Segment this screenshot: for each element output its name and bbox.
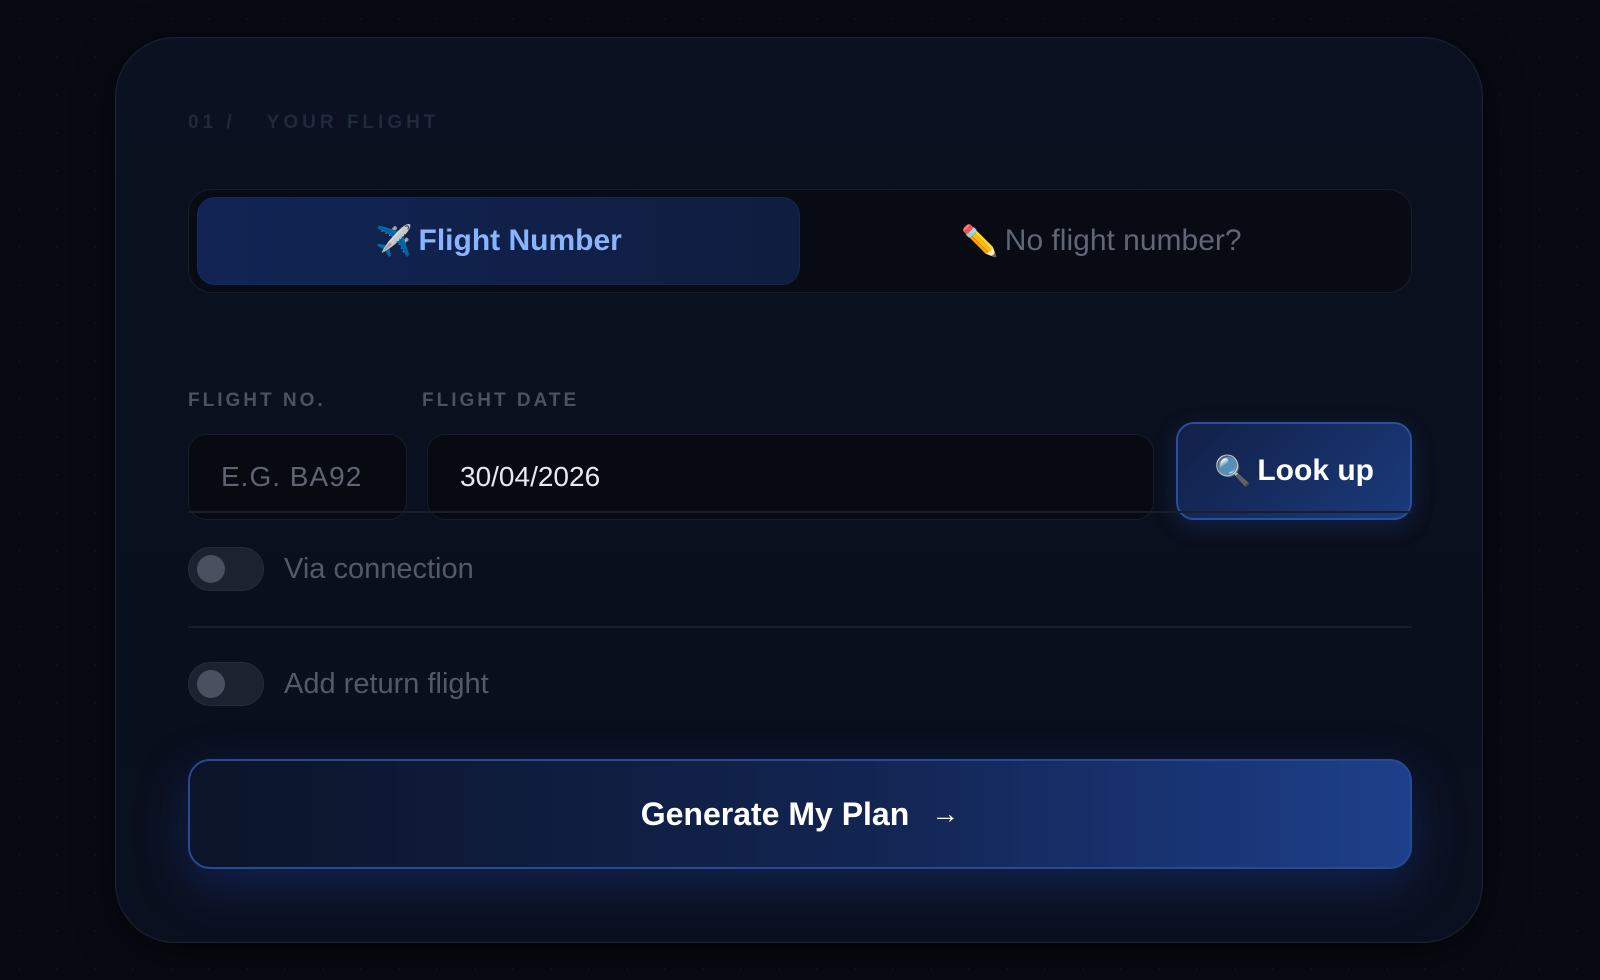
via-connection-row: Via connection [188,546,474,592]
section-title: YOUR FLIGHT [266,112,440,133]
via-connection-toggle[interactable] [188,547,264,591]
generate-plan-label: Generate My Plan [640,795,910,832]
via-connection-label: Via connection [284,552,474,585]
flight-date-value: 30/04/2026 [460,461,601,492]
flight-date-input[interactable]: 30/04/2026 [427,434,1154,520]
tab-no-flight-number[interactable]: ✏️ No flight number? [800,197,1403,285]
generate-plan-button[interactable]: Generate My Plan → [188,759,1412,869]
return-flight-label: Add return flight [284,667,489,700]
flight-no-input[interactable]: E.G. BA92 [188,434,407,520]
mode-toggle: ✈️ Flight Number ✏️ No flight number? [188,189,1412,293]
pencil-icon: ✏️ [961,224,999,258]
flight-no-label: FLIGHT NO. [188,390,326,411]
toggle-knob [197,670,225,698]
magnifier-icon: 🔍 [1213,454,1252,488]
look-up-button-label: Look up [1257,454,1374,487]
flight-no-placeholder: E.G. BA92 [221,461,363,492]
divider [188,511,1412,513]
tab-flight-number-label: Flight Number [418,224,622,257]
toggle-knob [197,555,225,583]
flight-form-card: 01 / YOUR FLIGHT ✈️ Flight Number ✏️ No … [115,37,1483,943]
return-flight-toggle[interactable] [188,662,264,706]
section-number: 01 / [188,112,236,133]
look-up-button[interactable]: 🔍 Look up [1176,422,1412,520]
arrow-right-icon: → [931,798,960,829]
tab-flight-number[interactable]: ✈️ Flight Number [197,197,800,285]
return-flight-row: Add return flight [188,661,489,707]
section-heading: 01 / YOUR FLIGHT [188,112,439,134]
divider [188,626,1412,628]
flight-date-label: FLIGHT DATE [422,390,580,411]
tab-no-flight-number-label: No flight number? [1004,224,1242,257]
airplane-icon: ✈️ [375,224,413,258]
